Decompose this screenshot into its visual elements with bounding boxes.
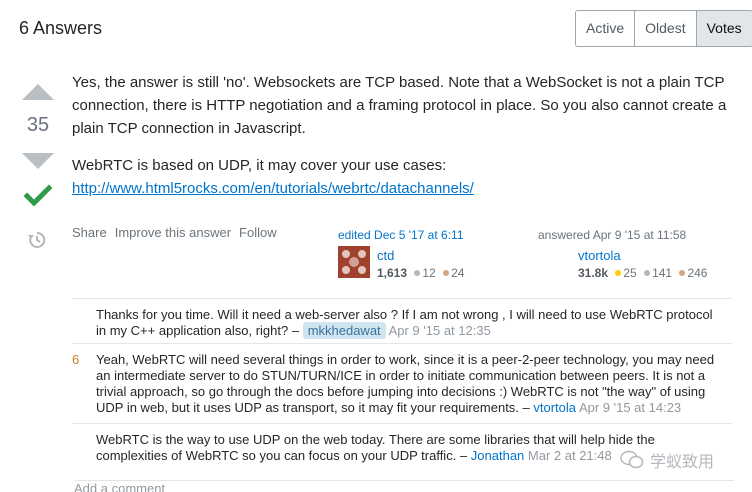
author-bronze-count: 246 <box>687 266 708 280</box>
author-details: vtortola 31.8k 25 141 246 <box>578 248 707 280</box>
answer-body: Yes, the answer is still 'no'. Websocket… <box>72 71 732 200</box>
history-icon[interactable] <box>27 230 47 255</box>
comment-item: 6 Yeah, WebRTC will need several things … <box>72 343 732 424</box>
editor-details: ctd 1,613 12 24 <box>377 248 464 280</box>
post-menu: Share Improve this answer Follow <box>72 225 277 240</box>
tab-oldest[interactable]: Oldest <box>635 11 697 46</box>
author-name[interactable]: vtortola <box>578 248 707 263</box>
author-gold-count: 25 <box>623 266 637 280</box>
improve-answer-link[interactable]: Improve this answer <box>115 225 231 240</box>
comment-score: 6 <box>72 352 80 367</box>
editor-silver-count: 12 <box>422 266 436 280</box>
upvote-icon[interactable] <box>22 84 54 100</box>
downvote-icon[interactable] <box>22 153 54 169</box>
checkmark-icon <box>23 184 53 213</box>
datachannels-link[interactable]: http://www.html5rocks.com/en/tutorials/w… <box>72 180 474 197</box>
add-comment-link[interactable]: Add a comment <box>74 480 734 492</box>
edited-timestamp[interactable]: edited Dec 5 '17 at 6:11 <box>338 228 464 242</box>
comment-user[interactable]: mkkhedawat <box>302 322 386 339</box>
comment-item: Thanks for you time. Will it need a web-… <box>72 298 732 344</box>
watermark: 学蚁致用 <box>620 448 714 472</box>
comment-user[interactable]: Jonathan <box>471 448 525 463</box>
gold-badge-icon <box>615 270 622 277</box>
comment-user[interactable]: vtortola <box>533 400 576 415</box>
vote-count: 35 <box>26 114 50 136</box>
watermark-text: 学蚁致用 <box>650 454 715 471</box>
comment-date[interactable]: Mar 2 at 21:48 <box>528 448 612 463</box>
author-reputation: 31.8k <box>578 266 609 280</box>
answer-paragraph-2: WebRTC is based on UDP, it may cover you… <box>72 157 447 174</box>
comment-body: Thanks for you time. Will it need a web-… <box>96 307 716 339</box>
tab-active[interactable]: Active <box>576 11 636 46</box>
comment-body: Yeah, WebRTC will need several things in… <box>96 352 716 416</box>
silver-badge-icon <box>644 270 651 277</box>
comment-date[interactable]: Apr 9 '15 at 12:35 <box>389 323 491 338</box>
comment-date[interactable]: Apr 9 '15 at 14:23 <box>579 400 681 415</box>
author-silver-count: 141 <box>652 266 673 280</box>
editor-name[interactable]: ctd <box>377 248 464 263</box>
answers-count-title: 6 Answers <box>19 18 103 38</box>
answered-timestamp: answered Apr 9 '15 at 11:58 <box>538 228 687 242</box>
tab-votes[interactable]: Votes <box>696 11 752 46</box>
editor-bronze-count: 24 <box>451 266 465 280</box>
share-link[interactable]: Share <box>72 225 107 240</box>
author-signature: answered Apr 9 '15 at 11:58 <box>538 228 686 242</box>
follow-link[interactable]: Follow <box>239 225 277 240</box>
sort-tabs: Active Oldest Votes <box>575 10 752 47</box>
editor-signature: edited Dec 5 '17 at 6:11 <box>338 228 464 242</box>
wechat-icon <box>620 450 644 469</box>
editor-reputation: 1,613 <box>377 266 408 280</box>
avatar[interactable] <box>338 246 370 278</box>
bronze-badge-icon <box>679 270 686 277</box>
answer-paragraph-1: Yes, the answer is still 'no'. Websocket… <box>72 74 727 137</box>
silver-badge-icon <box>414 270 421 277</box>
bronze-badge-icon <box>443 270 450 277</box>
